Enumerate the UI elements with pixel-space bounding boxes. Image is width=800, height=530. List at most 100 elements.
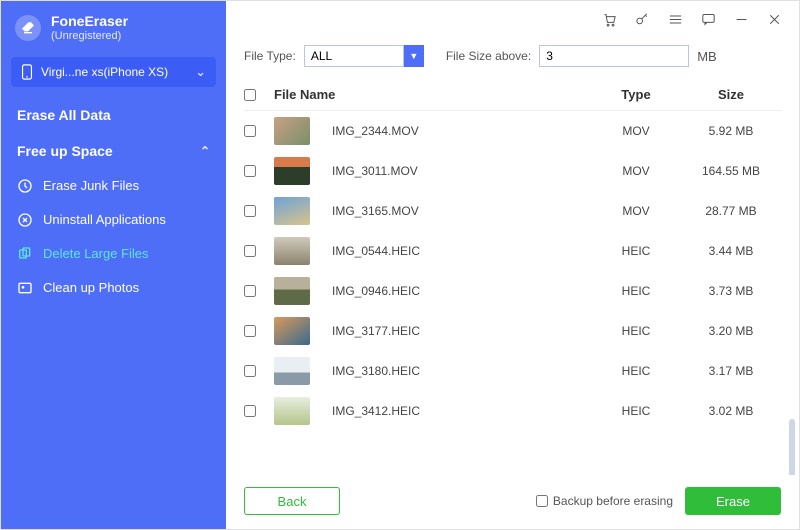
row-checkbox[interactable]: [244, 165, 256, 177]
section-erase-all-label: Erase All Data: [17, 107, 111, 123]
filetype-value[interactable]: [304, 45, 404, 67]
row-checkbox[interactable]: [244, 245, 256, 257]
file-type: HEIC: [591, 364, 681, 378]
thumbnail: [274, 117, 310, 145]
erase-button[interactable]: Erase: [685, 487, 781, 515]
table-body: IMG_2344.MOVMOV5.92 MBIMG_3011.MOVMOV164…: [244, 111, 781, 431]
filter-bar: File Type: ▼ File Size above: MB: [226, 37, 799, 79]
files-icon: [17, 246, 33, 262]
file-size: 3.17 MB: [681, 364, 781, 378]
file-type: HEIC: [591, 244, 681, 258]
section-free-up-label: Free up Space: [17, 143, 113, 159]
file-size: 5.92 MB: [681, 124, 781, 138]
backup-label: Backup before erasing: [553, 494, 673, 508]
col-type[interactable]: Type: [591, 87, 681, 102]
file-type: MOV: [591, 204, 681, 218]
app-title: FoneEraser: [51, 13, 128, 30]
scrollbar[interactable]: [789, 419, 795, 475]
sidebar-item-photos[interactable]: Clean up Photos: [1, 271, 226, 305]
thumbnail: [274, 317, 310, 345]
thumbnail: [274, 157, 310, 185]
eraser-icon: [15, 15, 41, 41]
table-row[interactable]: IMG_0544.HEIC HEIC3.44 MB: [244, 231, 781, 271]
row-checkbox[interactable]: [244, 325, 256, 337]
section-free-up[interactable]: Free up Space ⌃: [1, 133, 226, 169]
table-row[interactable]: IMG_0946.HEIC HEIC3.73 MB: [244, 271, 781, 311]
sidebar-item-label: Uninstall Applications: [43, 212, 166, 227]
backup-checkbox-wrap[interactable]: Backup before erasing: [536, 494, 673, 508]
key-icon[interactable]: [634, 11, 651, 28]
file-type: HEIC: [591, 404, 681, 418]
file-name: IMG_3177.HEIC: [332, 324, 420, 338]
file-type: HEIC: [591, 284, 681, 298]
app-subtitle: (Unregistered): [51, 30, 128, 43]
thumbnail: [274, 197, 310, 225]
photo-icon: [17, 280, 33, 296]
file-table: File Name Type Size IMG_2344.MOVMOV5.92 …: [226, 79, 799, 475]
thumbnail: [274, 237, 310, 265]
backup-checkbox[interactable]: [536, 495, 548, 507]
filetype-label: File Type:: [244, 49, 296, 63]
footer: Back Backup before erasing Erase: [226, 475, 799, 529]
table-header: File Name Type Size: [244, 79, 781, 111]
file-name: IMG_0946.HEIC: [332, 284, 420, 298]
file-name: IMG_3011.MOV: [332, 164, 418, 178]
col-size[interactable]: Size: [681, 87, 781, 102]
phone-icon: [21, 64, 33, 80]
sidebar-item-label: Erase Junk Files: [43, 178, 139, 193]
thumbnail: [274, 277, 310, 305]
dropdown-icon[interactable]: ▼: [404, 45, 424, 67]
file-size: 3.20 MB: [681, 324, 781, 338]
row-checkbox[interactable]: [244, 125, 256, 137]
file-type: MOV: [591, 164, 681, 178]
unit-label: MB: [697, 49, 717, 64]
feedback-icon[interactable]: [700, 11, 717, 28]
sidebar-item-label: Clean up Photos: [43, 280, 139, 295]
main-panel: File Type: ▼ File Size above: MB File Na…: [226, 1, 799, 529]
chevron-down-icon: ⌄: [195, 64, 206, 80]
uninstall-icon: [17, 212, 33, 228]
file-name: IMG_3165.MOV: [332, 204, 419, 218]
minimize-icon[interactable]: [733, 11, 750, 28]
table-row[interactable]: IMG_3412.HEICHEIC3.02 MB: [244, 391, 781, 431]
sidebar-item-label: Delete Large Files: [43, 246, 149, 261]
file-size: 3.73 MB: [681, 284, 781, 298]
sidebar-item-uninstall[interactable]: Uninstall Applications: [1, 203, 226, 237]
file-name: IMG_0544.HEIC: [332, 244, 420, 258]
file-name: IMG_2344.MOV: [332, 124, 419, 138]
table-row[interactable]: IMG_3011.MOV MOV164.55 MB: [244, 151, 781, 191]
filetype-select[interactable]: ▼: [304, 45, 424, 67]
file-type: HEIC: [591, 324, 681, 338]
file-size: 164.55 MB: [681, 164, 781, 178]
device-name: Virgi...ne xs(iPhone XS): [41, 65, 187, 79]
table-row[interactable]: IMG_2344.MOV MOV5.92 MB: [244, 111, 781, 151]
cart-icon[interactable]: [601, 11, 618, 28]
back-button[interactable]: Back: [244, 487, 340, 515]
table-row[interactable]: IMG_3177.HEIC HEIC3.20 MB: [244, 311, 781, 351]
col-name[interactable]: File Name: [274, 87, 591, 102]
app-window: FoneEraser (Unregistered) Virgi...ne xs(…: [0, 0, 800, 530]
row-checkbox[interactable]: [244, 365, 256, 377]
row-checkbox[interactable]: [244, 205, 256, 217]
menu-icon[interactable]: [667, 11, 684, 28]
row-checkbox[interactable]: [244, 285, 256, 297]
thumbnail: [274, 357, 310, 385]
sidebar-item-large-files[interactable]: Delete Large Files: [1, 237, 226, 271]
sidebar: FoneEraser (Unregistered) Virgi...ne xs(…: [1, 1, 226, 529]
table-row[interactable]: IMG_3165.MOVMOV28.77 MB: [244, 191, 781, 231]
table-row[interactable]: IMG_3180.HEIC HEIC3.17 MB: [244, 351, 781, 391]
row-checkbox[interactable]: [244, 405, 256, 417]
filesize-label: File Size above:: [446, 49, 531, 63]
section-erase-all[interactable]: Erase All Data: [1, 97, 226, 133]
device-selector[interactable]: Virgi...ne xs(iPhone XS) ⌄: [11, 57, 216, 87]
filesize-input[interactable]: [539, 45, 689, 67]
titlebar: [226, 1, 799, 37]
thumbnail: [274, 397, 310, 425]
brand: FoneEraser (Unregistered): [1, 1, 226, 53]
select-all-checkbox[interactable]: [244, 89, 256, 101]
close-icon[interactable]: [766, 11, 783, 28]
sidebar-item-junk[interactable]: Erase Junk Files: [1, 169, 226, 203]
file-size: 3.44 MB: [681, 244, 781, 258]
file-name: IMG_3180.HEIC: [332, 364, 420, 378]
file-type: MOV: [591, 124, 681, 138]
